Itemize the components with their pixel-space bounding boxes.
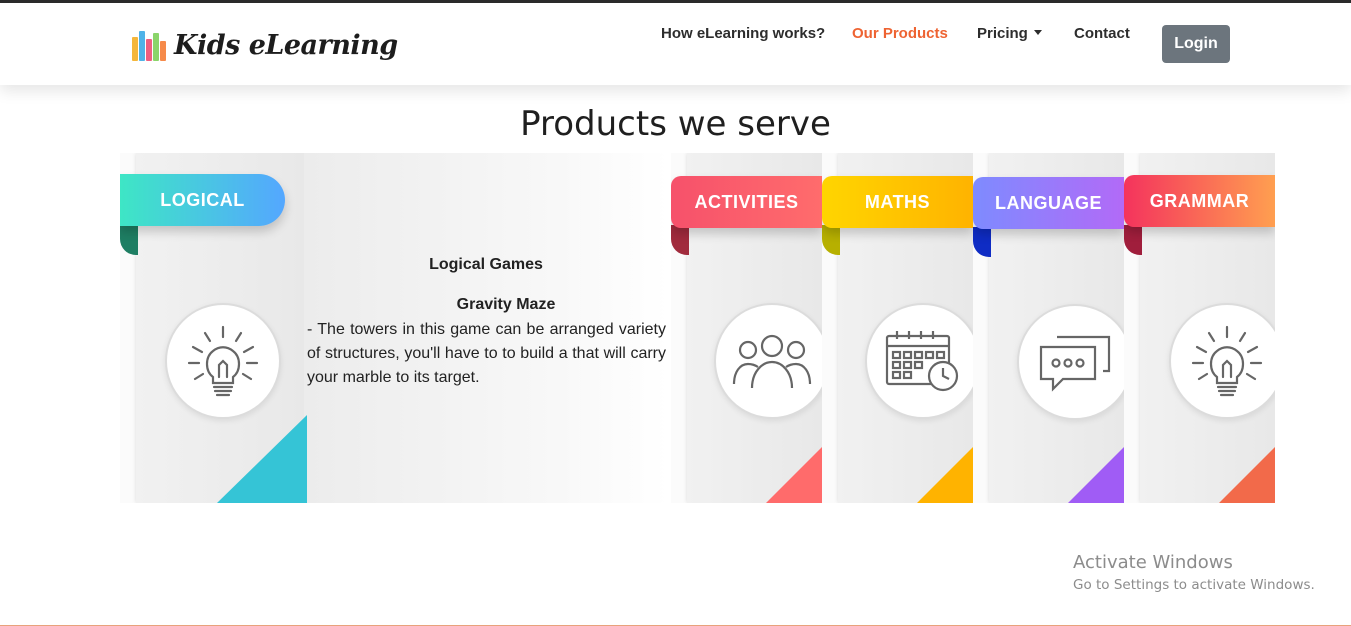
product-card-maths[interactable]: MATHS — [822, 153, 973, 503]
detail-title: Logical Games — [429, 256, 543, 273]
people-group-icon — [714, 303, 822, 419]
product-card-grammar[interactable]: GRAMMAR — [1124, 153, 1275, 503]
product-card-logical[interactable]: LOGICAL — [120, 153, 307, 503]
ribbon-logical[interactable]: LOGICAL — [120, 174, 285, 226]
ribbon-activities[interactable]: ACTIVITIES — [671, 176, 822, 228]
brand[interactable]: Kids eLearning — [132, 27, 398, 63]
caret-down-icon — [1033, 29, 1042, 35]
watermark-subtitle: Go to Settings to activate Windows. — [1073, 577, 1315, 593]
brand-name: Kids eLearning — [174, 29, 398, 61]
product-card-activities[interactable]: ACTIVITIES — [671, 153, 822, 503]
ribbon-maths[interactable]: MATHS — [822, 176, 973, 228]
color-pencils-icon — [132, 29, 166, 61]
detail-description: - The towers in this game can be arrange… — [307, 321, 666, 386]
ribbon-grammar[interactable]: GRAMMAR — [1124, 175, 1275, 227]
nav-pricing-label: Pricing — [977, 25, 1028, 42]
calendar-clock-icon — [865, 303, 973, 419]
product-detail-panel: Logical Games Gravity Maze - The towers … — [304, 153, 668, 503]
watermark-title: Activate Windows — [1073, 552, 1233, 573]
nav-how-elearning-works[interactable]: How eLearning works? — [661, 25, 825, 42]
navbar: Kids eLearning How eLearning works? Our … — [0, 3, 1351, 85]
nav-contact[interactable]: Contact — [1074, 25, 1130, 42]
lightbulb-icon — [165, 303, 281, 419]
login-button[interactable]: Login — [1162, 25, 1230, 63]
chat-bubbles-icon — [1017, 304, 1124, 420]
ribbon-language[interactable]: LANGUAGE — [973, 177, 1124, 229]
nav-our-products[interactable]: Our Products — [852, 25, 948, 42]
product-card-language[interactable]: LANGUAGE — [973, 153, 1124, 503]
detail-subtitle: Gravity Maze — [456, 296, 556, 313]
windows-activation-watermark: Activate Windows Go to Settings to activ… — [1073, 552, 1315, 593]
product-cards: LOGICAL Logical Games Gravity Maze - The… — [0, 0, 1351, 626]
lightbulb-icon — [1169, 303, 1275, 419]
nav-pricing[interactable]: Pricing — [977, 25, 1042, 42]
